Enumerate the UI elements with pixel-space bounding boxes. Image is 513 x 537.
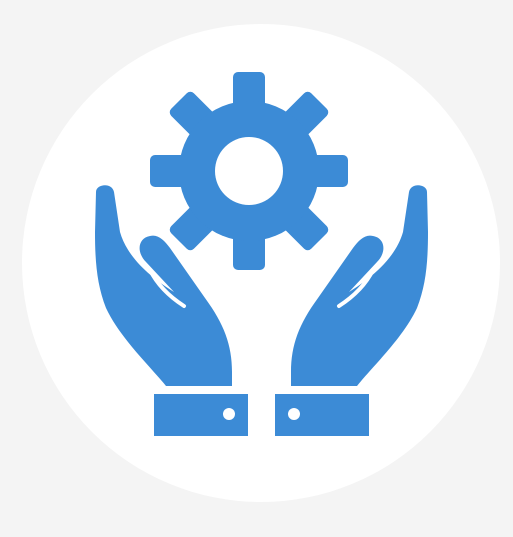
left-cuff-button xyxy=(223,408,235,420)
hands-holding-gear-icon xyxy=(95,72,428,436)
icon-canvas xyxy=(0,0,513,537)
gear-icon xyxy=(150,72,348,270)
right-cuff-button xyxy=(288,408,300,420)
